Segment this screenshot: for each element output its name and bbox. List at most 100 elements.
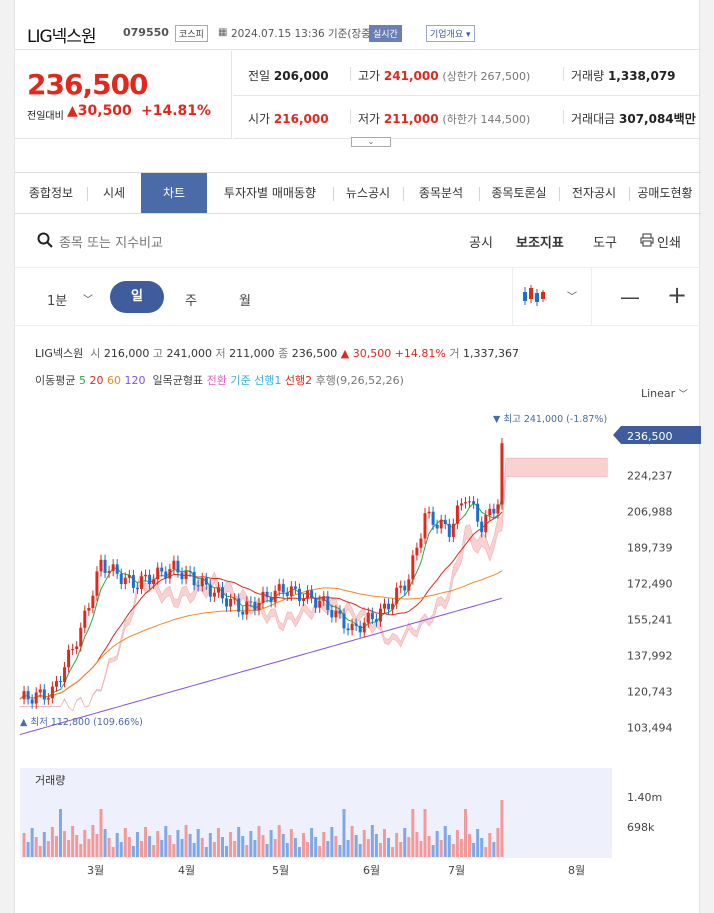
chevron-down-icon[interactable]: ﹀ — [567, 288, 577, 303]
zoom-in-icon[interactable]: + — [667, 281, 687, 309]
volume-bar — [492, 842, 496, 857]
candle-body — [330, 609, 334, 618]
volume-bar — [99, 809, 103, 857]
print-icon[interactable] — [640, 233, 654, 247]
stock-chart[interactable]: 241,486224,237206,988189,739172,490155,2… — [15, 400, 701, 900]
volume-bar — [241, 836, 245, 857]
x-tick-label: 6월 — [363, 864, 380, 877]
volume-bar — [403, 828, 407, 857]
volume-bar — [127, 837, 131, 857]
x-tick-label: 5월 — [272, 864, 289, 877]
volume-bar — [229, 832, 233, 857]
volume-bar — [459, 839, 463, 857]
candle-body — [225, 598, 229, 607]
tab-3[interactable]: 투자자별 매매동향 — [207, 173, 333, 213]
volume-bar — [435, 831, 439, 857]
volume-bar — [318, 846, 322, 857]
candle-body — [350, 623, 354, 631]
indicators-button[interactable]: 보조지표 — [516, 232, 564, 251]
volume-tick: 698k — [627, 821, 655, 834]
candle-body — [326, 596, 330, 610]
realtime-badge[interactable]: 실시간 — [369, 25, 402, 42]
period-week-button[interactable]: 주 — [185, 290, 197, 309]
period-day-button[interactable]: 일 — [110, 281, 164, 313]
volume-bar — [431, 845, 435, 857]
minute-period-select[interactable]: 1분 — [47, 290, 67, 309]
tab-0[interactable]: 종합정보 — [15, 173, 87, 213]
candle-body — [293, 586, 297, 589]
candle-body — [277, 584, 281, 591]
candle-body — [30, 699, 34, 704]
volume-bar — [180, 839, 184, 857]
candle-body — [46, 698, 50, 700]
zoom-out-icon[interactable]: — — [620, 285, 640, 309]
period-month-button[interactable]: 월 — [239, 290, 251, 309]
volume-bar — [399, 842, 403, 857]
tools-button[interactable]: 도구 — [593, 232, 617, 251]
volume-bar — [362, 830, 366, 857]
chevron-down-icon[interactable]: ⌄ — [351, 137, 391, 147]
candle-body — [451, 523, 455, 537]
candle-body — [156, 567, 160, 580]
company-overview-dropdown[interactable]: 기업개요 ▾ — [426, 25, 475, 42]
candle-body — [289, 586, 293, 596]
volume-tick: 1.40m — [627, 791, 662, 804]
chevron-down-icon[interactable]: ﹀ — [83, 291, 93, 306]
tab-4[interactable]: 뉴스공시 — [333, 173, 403, 213]
candle-body — [184, 570, 188, 580]
candle-body — [176, 560, 180, 573]
candle-body — [59, 681, 62, 683]
volume-bar — [50, 827, 54, 857]
volume-bar — [423, 809, 427, 857]
candle-body — [314, 598, 318, 608]
volume-bar — [443, 826, 447, 857]
volume-bar — [83, 830, 87, 857]
volume-bar — [273, 839, 277, 857]
volume-bar — [306, 842, 310, 857]
volume-bar — [140, 841, 143, 857]
compare-search-input[interactable]: 종목 또는 지수비교 — [59, 232, 163, 251]
candle-body — [50, 686, 54, 699]
candle-body — [111, 564, 115, 572]
volume-bar — [192, 843, 196, 857]
candle-body — [22, 691, 26, 700]
tab-6[interactable]: 종목토론실 — [479, 173, 559, 213]
candle-body — [265, 591, 269, 598]
candle-body — [79, 627, 83, 647]
candle-body — [221, 587, 224, 599]
candle-body — [241, 611, 245, 615]
y-tick-label: 103,494 — [627, 721, 673, 734]
volume-bar — [188, 834, 192, 857]
candle-body — [415, 547, 419, 556]
tab-8[interactable]: 공매도현황 — [629, 173, 701, 213]
volume-bar — [91, 825, 95, 857]
volume-bar — [374, 834, 378, 857]
volume-bar — [75, 835, 79, 857]
scale-dropdown[interactable]: Linear ﹀ — [641, 387, 688, 400]
candle-body — [374, 619, 378, 622]
candle-body — [99, 559, 103, 572]
indicator-legend[interactable]: 이동평균 5 20 60 120 일목균형표 전환 기준 선행1 선행2 후행(… — [35, 372, 404, 388]
print-button[interactable]: 인쇄 — [657, 232, 681, 251]
disclosure-button[interactable]: 공시 — [469, 232, 493, 251]
candle-body — [67, 649, 71, 668]
candle-body — [403, 585, 407, 591]
tab-bar: 종합정보 시세 차트 투자자별 매매동향 뉴스공시 종목분석 종목토론실 전자공시 공매도현황 — [15, 172, 701, 214]
volume-bar — [95, 834, 99, 857]
volume-bar — [63, 831, 67, 857]
candlestick-icon[interactable] — [521, 284, 547, 308]
volume-bar — [249, 831, 253, 857]
search-icon[interactable] — [37, 232, 53, 248]
change-label: 전일대비 — [27, 111, 64, 122]
candle-body — [107, 571, 111, 573]
tab-1[interactable]: 시세 — [87, 173, 141, 213]
tab-7[interactable]: 전자공시 — [559, 173, 629, 213]
candle-body — [216, 587, 220, 593]
tab-5[interactable]: 종목분석 — [403, 173, 479, 213]
candle-body — [346, 628, 350, 631]
y-tick-label: 224,237 — [627, 470, 673, 483]
candle-body — [135, 587, 139, 589]
tab-2[interactable]: 차트 — [141, 173, 207, 213]
stock-header — [15, 0, 701, 50]
volume-bar — [225, 846, 229, 857]
